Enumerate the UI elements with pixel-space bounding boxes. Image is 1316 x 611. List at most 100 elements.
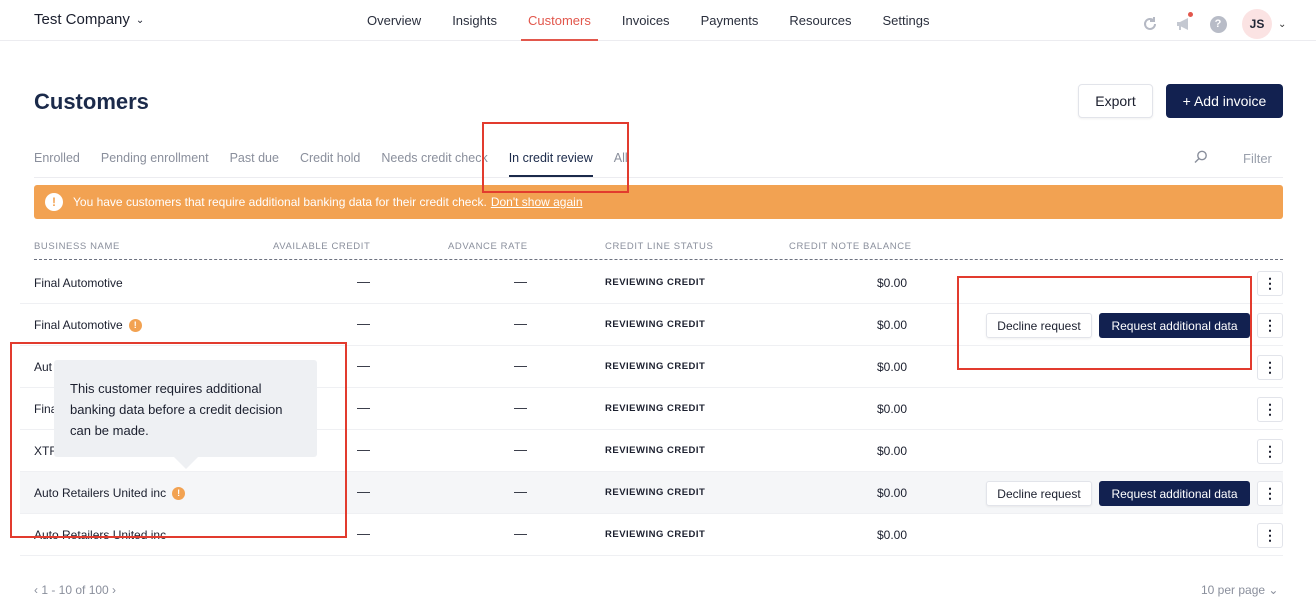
col-business-name[interactable]: BUSINESS NAME	[34, 241, 120, 252]
refresh-icon[interactable]	[1140, 14, 1160, 34]
search-icon[interactable]	[1194, 150, 1208, 164]
business-name: Auto Retailers United inc	[34, 528, 167, 542]
col-advance-rate[interactable]: ADVANCE RATE	[448, 241, 528, 252]
top-navbar: Test Company ⌄ Overview Insights Custome…	[0, 0, 1316, 41]
filter-button[interactable]: Filter	[1243, 151, 1272, 166]
help-icon[interactable]: ?	[1208, 14, 1228, 34]
more-options-icon[interactable]: ⋮	[1257, 313, 1283, 338]
advance-rate-cell: —	[514, 484, 527, 499]
advance-rate-cell: —	[514, 442, 527, 457]
megaphone-icon[interactable]	[1174, 12, 1194, 34]
tab-pending-enrollment[interactable]: Pending enrollment	[101, 151, 209, 177]
credit-note-balance-cell: $0.00	[876, 276, 907, 290]
customer-tabs: Enrolled Pending enrollment Past due Cre…	[34, 151, 649, 177]
available-credit-cell: —	[357, 400, 370, 415]
nav-resources[interactable]: Resources	[789, 13, 851, 41]
available-credit-cell: —	[357, 274, 370, 289]
nav-payments[interactable]: Payments	[701, 13, 759, 41]
credit-line-status-cell: REVIEWING CREDIT	[605, 445, 706, 456]
page-title: Customers	[34, 89, 149, 114]
available-credit-cell: —	[357, 358, 370, 373]
more-options-icon[interactable]: ⋮	[1257, 271, 1283, 296]
add-invoice-button[interactable]: + Add invoice	[1166, 84, 1283, 118]
credit-line-status-cell: REVIEWING CREDIT	[605, 487, 706, 498]
per-page-select[interactable]: 10 per page ⌄	[1201, 583, 1278, 597]
warning-icon[interactable]: !	[128, 318, 142, 332]
warning-icon[interactable]: !	[172, 486, 186, 500]
advance-rate-cell: —	[514, 526, 527, 541]
business-name-cell[interactable]: Final Automotive!	[34, 318, 142, 332]
credit-note-balance-cell: $0.00	[876, 360, 907, 374]
more-options-icon[interactable]: ⋮	[1257, 439, 1283, 464]
credit-note-balance-cell: $0.00	[876, 318, 907, 332]
advance-rate-cell: —	[514, 358, 527, 373]
main-nav: Overview Insights Customers Invoices Pay…	[367, 13, 961, 41]
credit-note-balance-cell: $0.00	[876, 444, 907, 458]
warning-tooltip: This customer requires additional bankin…	[54, 360, 317, 469]
credit-note-balance-cell: $0.00	[876, 528, 907, 542]
available-credit-cell: —	[357, 442, 370, 457]
notification-dot	[1188, 12, 1193, 17]
credit-line-status-cell: REVIEWING CREDIT	[605, 529, 706, 540]
credit-line-status-cell: REVIEWING CREDIT	[605, 319, 706, 330]
pagination[interactable]: ‹ 1 - 10 of 100 ›	[34, 583, 116, 597]
advance-rate-cell: —	[514, 400, 527, 415]
table-row[interactable]: Final Automotive! — — REVIEWING CREDIT $0.00…	[20, 304, 1283, 346]
decline-request-button[interactable]: Decline request	[986, 481, 1092, 506]
advance-rate-cell: —	[514, 274, 527, 289]
col-credit-note-balance[interactable]: CREDIT NOTE BALANCE	[789, 241, 912, 252]
table-row[interactable]: Auto Retailers United inc! — — REVIEWING CR…	[20, 472, 1283, 514]
chevron-down-icon[interactable]: ⌄	[1278, 19, 1286, 30]
col-available-credit[interactable]: AVAILABLE CREDIT	[273, 241, 370, 252]
credit-note-balance-cell: $0.00	[876, 486, 907, 500]
business-name-cell[interactable]: Aut	[34, 360, 52, 374]
table-row[interactable]: Auto Retailers United inc — — REVIEWING CRE…	[20, 514, 1283, 556]
nav-customers[interactable]: Customers	[521, 13, 598, 41]
company-name: Test Company	[34, 11, 130, 28]
tab-past-due[interactable]: Past due	[230, 151, 279, 177]
business-name: Final Automotive	[34, 318, 123, 332]
request-additional-data-button[interactable]: Request additional data	[1099, 481, 1250, 506]
business-name: Auto Retailers United inc	[34, 486, 167, 500]
available-credit-cell: —	[357, 526, 370, 541]
credit-line-status-cell: REVIEWING CREDIT	[605, 403, 706, 414]
decline-request-button[interactable]: Decline request	[986, 313, 1092, 338]
available-credit-cell: —	[357, 484, 370, 499]
tab-all[interactable]: All	[614, 151, 628, 177]
available-credit-cell: —	[357, 316, 370, 331]
table-row[interactable]: Final Automotive — — REVIEWING CREDIT $0.00 ⋮	[20, 262, 1283, 304]
tabs-divider	[34, 177, 1283, 178]
request-additional-data-button[interactable]: Request additional data	[1099, 313, 1250, 338]
tab-credit-hold[interactable]: Credit hold	[300, 151, 360, 177]
col-credit-line-status[interactable]: CREDIT LINE STATUS	[605, 241, 713, 252]
business-name-cell[interactable]: Auto Retailers United inc	[34, 528, 166, 542]
nav-overview[interactable]: Overview	[367, 13, 421, 41]
tab-in-credit-review[interactable]: In credit review	[508, 151, 593, 177]
banner-text: You have customers that require addition…	[73, 195, 487, 209]
advance-rate-cell: —	[514, 316, 527, 331]
nav-insights[interactable]: Insights	[452, 13, 497, 41]
business-name-cell[interactable]: Final Automotive	[34, 276, 123, 290]
nav-invoices[interactable]: Invoices	[622, 13, 670, 41]
tab-needs-credit-check[interactable]: Needs credit check	[381, 151, 487, 177]
credit-line-status-cell: REVIEWING CREDIT	[605, 277, 706, 288]
dont-show-again-link[interactable]: Don't show again	[491, 195, 583, 209]
export-button[interactable]: Export	[1078, 84, 1153, 118]
header-divider	[34, 259, 1283, 260]
alert-icon: !	[45, 193, 63, 211]
more-options-icon[interactable]: ⋮	[1257, 481, 1283, 506]
nav-settings[interactable]: Settings	[883, 13, 930, 41]
more-options-icon[interactable]: ⋮	[1257, 397, 1283, 422]
chevron-down-icon: ⌄	[135, 14, 145, 26]
warning-banner: ! You have customers that require additi…	[34, 185, 1283, 219]
credit-line-status-cell: REVIEWING CREDIT	[605, 361, 706, 372]
header-actions: ? JS ⌄	[1140, 9, 1286, 39]
credit-note-balance-cell: $0.00	[876, 402, 907, 416]
more-options-icon[interactable]: ⋮	[1257, 523, 1283, 548]
avatar[interactable]: JS	[1242, 9, 1272, 39]
business-name-cell[interactable]: Auto Retailers United inc!	[34, 486, 186, 500]
business-name: Aut	[34, 360, 53, 374]
tab-enrolled[interactable]: Enrolled	[34, 151, 80, 177]
more-options-icon[interactable]: ⋮	[1257, 355, 1283, 380]
company-switcher[interactable]: Test Company ⌄	[34, 11, 144, 28]
